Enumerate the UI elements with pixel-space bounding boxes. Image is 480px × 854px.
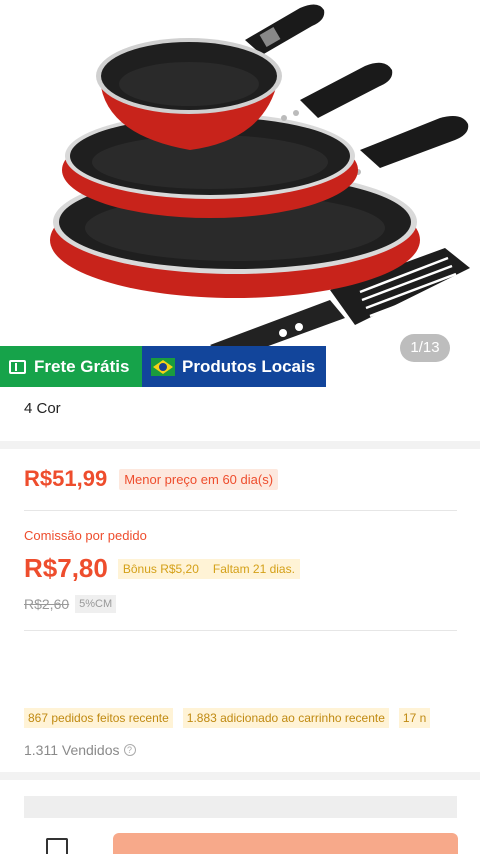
bonus-tag: Bônus R$5,20 Faltam 21 dias. — [117, 558, 300, 579]
lowest-price-tag: Menor preço em 60 dia(s) — [119, 468, 279, 490]
local-products-label: Produtos Locais — [182, 356, 316, 376]
partial-stat: 17 n — [398, 708, 431, 728]
variant-colors-row[interactable]: 4 Cor — [0, 387, 480, 441]
commission-price: R$7,80 — [24, 553, 108, 583]
days-left: Faltam 21 dias. — [212, 561, 295, 576]
variant-colors-label: 4 Cor — [24, 400, 61, 417]
commission-label: Comissão por pedido — [24, 528, 147, 543]
orders-stat: 867 pedidos feitos recente — [24, 708, 173, 728]
shipping-icon — [9, 359, 26, 374]
product-page: 1/13 Frete Grátis Produtos Locais 4 Cor … — [0, 0, 480, 854]
buy-button[interactable] — [113, 833, 458, 854]
stats-row: 867 pedidos feitos recente 1.883 adicion… — [24, 708, 431, 728]
sold-count: 1.311 Vendidos ? — [24, 742, 136, 758]
badge-row: Frete Grátis Produtos Locais — [0, 346, 326, 387]
divider — [24, 510, 457, 511]
old-commission-line: R$2,60 5%CM — [24, 595, 117, 613]
cart-stat: 1.883 adicionado ao carrinho recente — [182, 708, 389, 728]
product-price: R$51,99 — [24, 466, 108, 491]
commission-line: R$7,80 Bônus R$5,20 Faltam 21 dias. — [24, 553, 300, 584]
cm-rate-tag: 5%CM — [75, 595, 117, 613]
sold-count-label: 1.311 Vendidos — [24, 742, 120, 758]
bonus-amount: Bônus R$5,20 — [122, 561, 199, 576]
bottom-placeholder-bar — [24, 796, 457, 818]
pan-set-image — [50, 4, 470, 360]
image-counter: 1/13 — [400, 334, 450, 362]
divider — [24, 630, 457, 631]
cart-icon[interactable] — [46, 838, 68, 854]
free-shipping-badge: Frete Grátis — [0, 346, 142, 387]
price-line: R$51,99 Menor preço em 60 dia(s) — [24, 466, 279, 492]
old-commission-price: R$2,60 — [24, 596, 70, 612]
product-image-gallery[interactable]: 1/13 — [0, 0, 480, 387]
free-shipping-label: Frete Grátis — [34, 356, 130, 376]
help-icon[interactable]: ? — [123, 744, 136, 756]
local-products-badge: Produtos Locais — [142, 346, 326, 387]
bottom-bar — [0, 780, 480, 854]
price-card: R$51,99 Menor preço em 60 dia(s) Comissã… — [0, 449, 480, 772]
brazil-flag-icon — [151, 357, 175, 376]
